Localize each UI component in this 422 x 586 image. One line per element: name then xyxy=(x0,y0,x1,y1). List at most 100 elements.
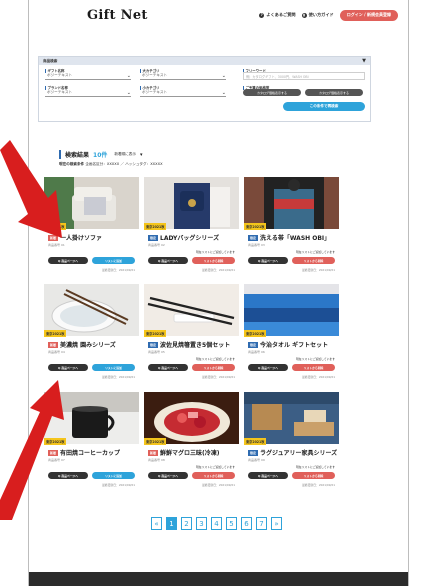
giftname-select[interactable]: ポジーテキスト ⌄ xyxy=(45,72,131,80)
product-page-button[interactable]: Q 商品ページへ xyxy=(248,257,288,264)
sort-select[interactable]: 新着順に表示 xyxy=(114,152,136,157)
faq-link[interactable]: ? よくあるご質問 xyxy=(259,12,296,18)
guide-link[interactable]: ▮ 使い方ガイド xyxy=(301,12,334,18)
page-7[interactable]: 7 xyxy=(256,517,267,530)
product-page-button[interactable]: Q 商品ページへ xyxy=(48,257,88,264)
updated-date: 最終更新日：2021/09/21 xyxy=(102,268,135,272)
product-page-button[interactable]: Q 商品ページへ xyxy=(48,364,88,371)
product-title[interactable]: 美濃焼 園みシリーズ xyxy=(60,340,116,349)
product-tag: 限定 xyxy=(148,234,159,241)
product-card[interactable]: 東京2021秋 新着 美濃焼 園みシリーズ 商品番号 04 Q 商品ページへ リストに追加… xyxy=(44,284,139,396)
product-photo xyxy=(44,284,139,336)
card-title-row: 新着 有田焼コーヒーカップ xyxy=(48,448,120,457)
conditions-label: 現在の検索条件 xyxy=(59,162,85,166)
product-page-button[interactable]: Q 商品ページへ xyxy=(248,472,288,479)
list-toggle-button[interactable]: リストから削除 xyxy=(292,364,335,371)
page-5[interactable]: 5 xyxy=(226,517,237,530)
page-4[interactable]: 4 xyxy=(211,517,222,530)
product-card[interactable]: 東京2021秋 限定 ラグジュアリー家具シリーズ 商品番号 09 現在リストにご追加して… xyxy=(244,392,339,504)
product-page-button[interactable]: Q 商品ページへ xyxy=(248,364,288,371)
product-title[interactable]: 一人掛けソファ xyxy=(60,233,102,242)
product-image[interactable] xyxy=(144,284,239,336)
keyword-input[interactable]: 例）カタログギフト、3000円、WASH OBI xyxy=(243,72,365,80)
price-max-button[interactable]: カタログ価格表示する xyxy=(305,89,363,96)
product-card[interactable]: 東京2021秋 新着 有田焼コーヒーカップ 商品番号 07 Q 商品ページへ リストに追加… xyxy=(44,392,139,504)
list-toggle-button[interactable]: リストに追加 xyxy=(92,257,135,264)
event-badge: 東京2021秋 xyxy=(44,438,67,445)
product-image[interactable] xyxy=(44,392,139,444)
product-page-button[interactable]: Q 商品ページへ xyxy=(148,364,188,371)
product-image[interactable] xyxy=(244,177,339,229)
pagination: « 1 2 3 4 5 6 7 » xyxy=(151,517,282,530)
product-title[interactable]: 今治タオル ギフトセット xyxy=(260,340,328,349)
chevron-down-icon: ⌄ xyxy=(221,89,226,96)
card-title-row: 限定 波佐見焼箸置き5個セット xyxy=(148,340,230,349)
page-frame: Gift Net ? よくあるご質問 ▮ 使い方ガイド ログイン / 新規会員登… xyxy=(28,0,409,586)
product-tag: 限定 xyxy=(148,341,159,348)
event-badge: 東京2021秋 xyxy=(244,223,267,230)
product-image[interactable] xyxy=(44,177,139,229)
product-title[interactable]: 洗える帯「WASH OBI」 xyxy=(260,233,330,242)
product-title[interactable]: ラグジュアリー家具シリーズ xyxy=(260,448,337,457)
list-toggle-button[interactable]: リストから削除 xyxy=(192,364,235,371)
product-page-button[interactable]: Q 商品ページへ xyxy=(148,257,188,264)
product-card[interactable]: 東京2021秋 限定 洗える帯「WASH OBI」 商品番号 03 現在リストにご追加し… xyxy=(244,177,339,289)
product-page-button[interactable]: Q 商品ページへ xyxy=(148,472,188,479)
product-title[interactable]: 鮮鮮マグロ三昧(冷凍) xyxy=(160,448,220,457)
card-title-row: 限定 今治タオル ギフトセット xyxy=(248,340,328,349)
page-6[interactable]: 6 xyxy=(241,517,252,530)
product-card[interactable]: 東京2021秋 限定 今治タオル ギフトセット 商品番号 06 現在リストにご追加してい… xyxy=(244,284,339,396)
list-toggle-button[interactable]: リストから削除 xyxy=(292,257,335,264)
product-image[interactable] xyxy=(244,392,339,444)
list-toggle-button[interactable]: リストに追加 xyxy=(92,364,135,371)
product-image[interactable] xyxy=(44,284,139,336)
brand-select[interactable]: ポジーテキスト ⌄ xyxy=(45,89,131,97)
list-toggle-button[interactable]: リストに追加 xyxy=(92,472,135,479)
pagination-prev[interactable]: « xyxy=(151,517,162,530)
pagination-next[interactable]: » xyxy=(271,517,282,530)
product-image[interactable] xyxy=(144,392,239,444)
event-badge: 東京2021秋 xyxy=(244,330,267,337)
product-photo xyxy=(244,177,339,229)
card-title-row: 限定 洗える帯「WASH OBI」 xyxy=(248,233,330,242)
product-card[interactable]: 東京2021秋 限定 波佐見焼箸置き5個セット 商品番号 05 現在リストにご追加してい… xyxy=(144,284,239,396)
subcat-select[interactable]: ポジーテキスト ⌄ xyxy=(140,89,226,97)
card-title-row: 新着 一人掛けソファ xyxy=(48,233,102,242)
title-accent xyxy=(59,150,61,159)
product-page-button[interactable]: Q 商品ページへ xyxy=(48,472,88,479)
product-title[interactable]: 波佐見焼箸置き5個セット xyxy=(160,340,230,349)
maincat-value: ポジーテキスト xyxy=(142,73,168,77)
book-icon: ▮ xyxy=(301,12,307,18)
card-title-row: 限定 LADYバッグシリーズ xyxy=(148,233,219,242)
search-panel-header[interactable]: 商品検索 ▼ xyxy=(39,57,370,65)
price-min-button[interactable]: カタログ価格表示する xyxy=(243,89,301,96)
chevron-down-icon[interactable]: ▼ xyxy=(362,58,366,64)
product-card[interactable]: 東京2021秋 新着 一人掛けソファ 商品番号 01 Q 商品ページへ リストに追加 最終更… xyxy=(44,177,139,289)
page-3[interactable]: 3 xyxy=(196,517,207,530)
maincat-select[interactable]: ポジーテキスト ⌄ xyxy=(140,72,226,80)
product-title[interactable]: LADYバッグシリーズ xyxy=(160,233,219,242)
subcat-value: ポジーテキスト xyxy=(142,90,168,94)
chevron-down-icon[interactable]: ▾ xyxy=(140,152,143,158)
page-1[interactable]: 1 xyxy=(166,517,177,530)
panel-title: 商品検索 xyxy=(43,58,58,63)
product-card[interactable]: 東京2021秋 限定 LADYバッグシリーズ 商品番号 02 現在リストにご追加していま… xyxy=(144,177,239,289)
giftname-value: ポジーテキスト xyxy=(47,73,73,77)
product-tag: 新着 xyxy=(148,449,159,456)
product-image[interactable] xyxy=(244,284,339,336)
product-number: 商品番号 01 xyxy=(48,243,65,247)
site-header: Gift Net ? よくあるご質問 ▮ 使い方ガイド ログイン / 新規会員登… xyxy=(29,0,408,30)
product-image[interactable] xyxy=(144,177,239,229)
site-logo[interactable]: Gift Net xyxy=(87,8,148,23)
page-2[interactable]: 2 xyxy=(181,517,192,530)
list-toggle-button[interactable]: リストから削除 xyxy=(292,472,335,479)
list-toggle-button[interactable]: リストから削除 xyxy=(192,472,235,479)
search-button[interactable]: この条件で再検索 xyxy=(283,102,365,111)
product-card[interactable]: 東京2021秋 新着 鮮鮮マグロ三昧(冷凍) 商品番号 08 現在リストにご追加していま… xyxy=(144,392,239,504)
in-list-note: 現在リストにご追加しています xyxy=(295,357,335,361)
list-toggle-button[interactable]: リストから削除 xyxy=(192,257,235,264)
product-photo xyxy=(144,177,239,229)
product-number: 商品番号 05 xyxy=(148,350,165,354)
product-title[interactable]: 有田焼コーヒーカップ xyxy=(60,448,120,457)
login-button[interactable]: ログイン / 新規会員登録 xyxy=(339,9,398,21)
